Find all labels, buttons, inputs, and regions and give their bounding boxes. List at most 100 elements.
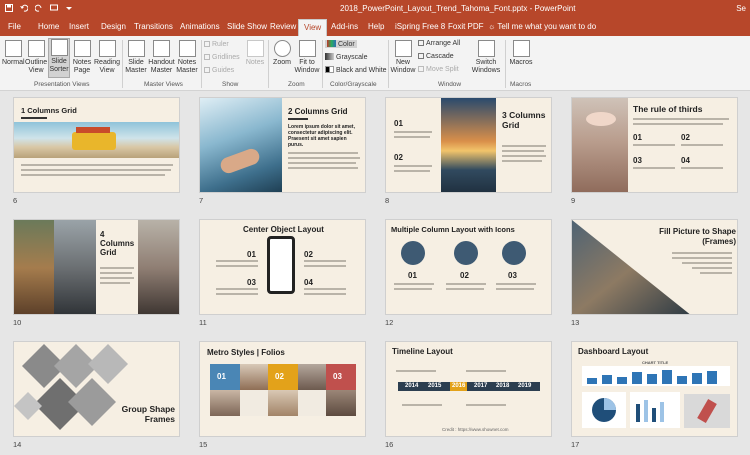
tab-slide-show[interactable]: Slide Show <box>227 22 267 31</box>
slide-number: 7 <box>199 196 204 205</box>
tab-animations[interactable]: Animations <box>180 22 220 31</box>
tab-help[interactable]: Help <box>368 22 384 31</box>
cascade-button[interactable]: Cascade <box>418 53 454 60</box>
column-label: 01 <box>247 250 256 259</box>
save-icon[interactable] <box>5 4 13 12</box>
timeline-year: 2014 <box>405 383 419 389</box>
tab-add-ins[interactable]: Add-ins <box>331 22 358 31</box>
slide-title: 4 Columns Grid <box>100 230 135 257</box>
grayscale-button[interactable]: Grayscale <box>325 53 368 61</box>
tab-design[interactable]: Design <box>101 22 126 31</box>
ruler-checkbox[interactable]: Ruler <box>204 41 229 48</box>
notes-master-button[interactable]: Notes Master <box>175 40 199 75</box>
paragraph-line <box>216 265 258 267</box>
slide-thumbnail-6[interactable]: 1 Columns Grid <box>13 97 180 193</box>
black-and-white-button[interactable]: Black and White <box>325 66 387 74</box>
macros-button[interactable]: Macros <box>508 40 534 67</box>
slide-thumbnail-16[interactable]: Timeline Layout 2014 2015 2016 2017 2018… <box>385 341 552 437</box>
guides-label: Guides <box>212 67 235 74</box>
ribbon-separator <box>201 40 202 88</box>
switch-windows-icon <box>477 40 495 57</box>
tell-me-box[interactable]: ☼ Tell me what you want to do <box>488 22 596 31</box>
macros-icon <box>512 40 530 57</box>
redo-icon[interactable] <box>34 4 43 12</box>
slide-thumbnail-15[interactable]: Metro Styles | Folios 01 02 03 <box>199 341 366 437</box>
tab-insert[interactable]: Insert <box>69 22 89 31</box>
tab-file[interactable]: File <box>8 22 21 31</box>
notes-page-button[interactable]: Notes Page <box>71 40 93 75</box>
van-photo <box>14 122 179 158</box>
tab-view[interactable]: View <box>298 19 328 36</box>
tab-home[interactable]: Home <box>38 22 59 31</box>
tab-foxit-pdf[interactable]: Foxit PDF <box>448 22 484 31</box>
paragraph-line <box>304 260 346 262</box>
paragraph-line <box>496 288 534 290</box>
guides-checkbox[interactable]: Guides <box>204 67 234 74</box>
arrange-all-button[interactable]: Arrange All <box>418 40 460 47</box>
slide-thumbnail-14[interactable]: Group Shape Frames <box>13 341 180 437</box>
slide-thumbnail-9[interactable]: The rule of thirds 01 02 03 04 <box>571 97 738 193</box>
group-window: Window <box>438 81 462 88</box>
quick-access-toolbar <box>5 4 73 12</box>
slide-number: 16 <box>385 440 394 449</box>
reading-view-button[interactable]: Reading View <box>94 40 120 75</box>
paragraph-line <box>633 123 723 125</box>
notes-button[interactable]: Notes <box>244 40 266 67</box>
new-window-button[interactable]: New Window <box>390 40 416 75</box>
zoom-button[interactable]: Zoom <box>271 40 293 67</box>
notes-page-label: Notes Page <box>72 59 92 74</box>
slide-thumbnail-17[interactable]: Dashboard Layout CHART TITLE <box>571 341 738 437</box>
slide-thumbnail-11[interactable]: Center Object Layout 01 03 02 04 <box>199 219 366 315</box>
paragraph-line <box>502 145 546 147</box>
fit-to-window-button[interactable]: Fit to Window <box>294 40 320 75</box>
normal-view-button[interactable]: Normal <box>2 40 25 67</box>
tab-review[interactable]: Review <box>270 22 296 31</box>
handout-master-button[interactable]: Handout Master <box>148 40 175 75</box>
column-label: 04 <box>681 156 690 165</box>
slide-sorter-pane: 1 Columns Grid 6 2 Columns Grid Lorem ip… <box>0 92 750 455</box>
cascade-icon <box>418 53 424 59</box>
slide-title: Group Shape Frames <box>121 404 175 424</box>
tab-ispring[interactable]: iSpring Free 8 <box>395 22 445 31</box>
slide-number: 11 <box>199 318 207 327</box>
account-name[interactable]: Se <box>736 4 746 13</box>
gridlines-checkbox[interactable]: Gridlines <box>204 54 240 61</box>
slide-sorter-button[interactable]: Slide Sorter <box>48 38 70 78</box>
switch-windows-button[interactable]: Switch Windows <box>470 40 502 75</box>
paragraph-line <box>394 131 432 133</box>
move-split-button[interactable]: Move Split <box>418 66 459 73</box>
metro-photo <box>240 364 268 390</box>
undo-icon[interactable] <box>20 4 29 12</box>
title-bar: 2018_PowerPoint_Layout_Trend_Tahoma_Font… <box>0 0 750 17</box>
color-button[interactable]: Color <box>325 40 357 48</box>
notes-label: Notes <box>245 59 265 66</box>
slide-thumbnail-7[interactable]: 2 Columns Grid Lorem ipsum dolor sit ame… <box>199 97 366 193</box>
slide-master-button[interactable]: Slide Master <box>124 40 148 75</box>
color-swatch-icon <box>327 40 336 47</box>
slide-number: 17 <box>571 440 580 449</box>
slide-thumbnail-13[interactable]: Fill Picture to Shape (Frames) <box>571 219 738 315</box>
ribbon-separator <box>268 40 269 88</box>
paragraph-line <box>304 293 346 295</box>
slide-thumbnail-10[interactable]: 4 Columns Grid <box>13 219 180 315</box>
flask-icon <box>502 241 526 265</box>
paragraph-line <box>288 157 360 159</box>
presentation-icon[interactable] <box>50 4 58 12</box>
customize-toolbar-icon[interactable] <box>65 4 73 12</box>
paragraph-line <box>216 288 258 290</box>
metro-photo <box>268 390 298 416</box>
paragraph-line <box>681 167 723 169</box>
tab-transitions[interactable]: Transitions <box>134 22 173 31</box>
timeline-year: 2015 <box>428 383 442 389</box>
paragraph-line <box>216 293 258 295</box>
slide-thumbnail-8[interactable]: 01 02 3 Columns Grid <box>385 97 552 193</box>
fit-window-icon <box>298 40 316 57</box>
paragraph-line <box>446 288 484 290</box>
fit-to-window-label: Fit to Window <box>294 59 320 74</box>
paragraph-line <box>394 283 434 285</box>
paragraph-line <box>100 282 130 284</box>
outline-view-button[interactable]: Outline View <box>25 40 47 75</box>
metro-photo <box>298 364 326 390</box>
document-name: 2018_PowerPoint_Layout_Trend_Tahoma_Font… <box>340 4 528 13</box>
slide-thumbnail-12[interactable]: Multiple Column Layout with Icons 01 02 … <box>385 219 552 315</box>
